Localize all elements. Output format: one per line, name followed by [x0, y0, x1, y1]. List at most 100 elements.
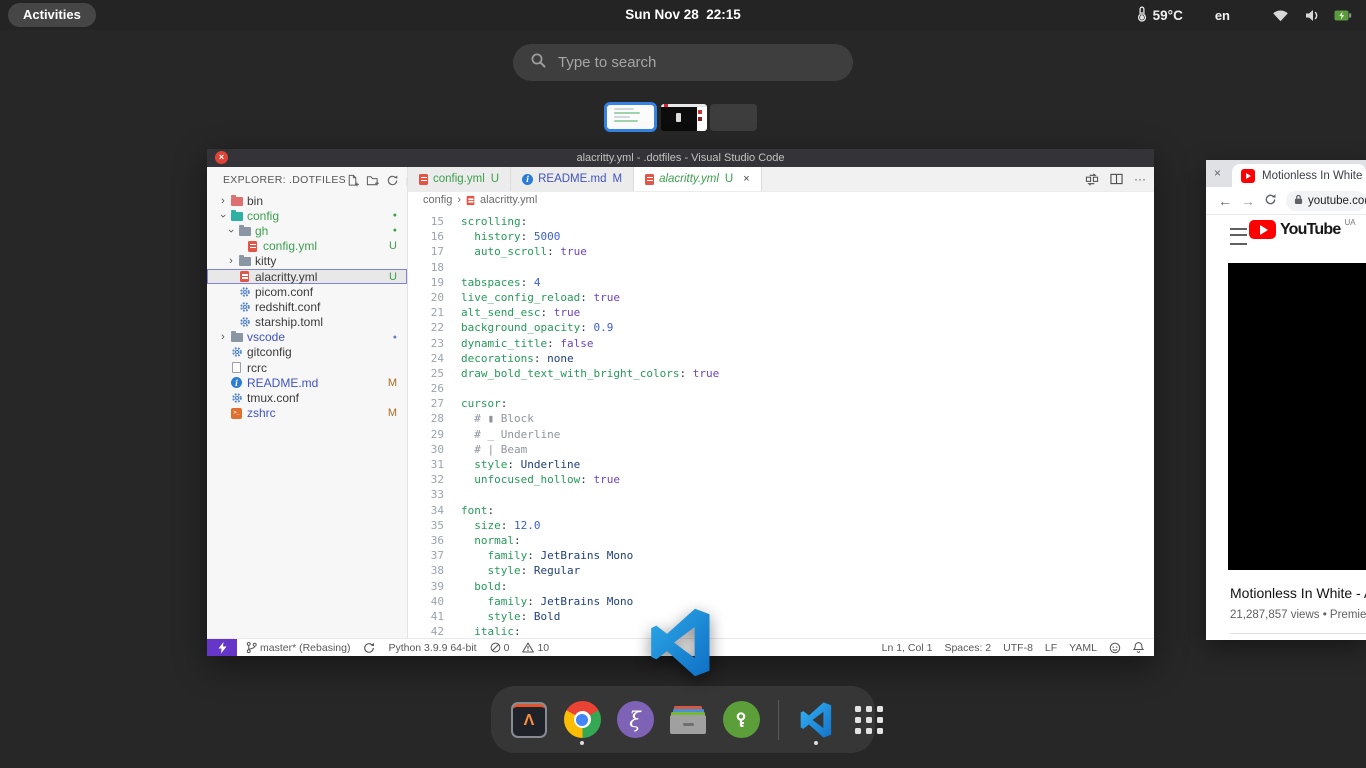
- dock-keepassxc-button[interactable]: [721, 693, 761, 747]
- dock-files-button[interactable]: [668, 693, 708, 747]
- remote-indicator[interactable]: [207, 639, 237, 656]
- code-line-41[interactable]: 41 style: Bold: [408, 609, 1154, 624]
- forward-button[interactable]: →: [1241, 194, 1255, 208]
- breadcrumb-file[interactable]: alacritty.yml: [480, 194, 537, 206]
- refresh-icon[interactable]: [386, 174, 399, 187]
- tab-config-yml[interactable]: config.ymlU: [408, 167, 511, 191]
- code-line-22[interactable]: 22background_opacity: 0.9: [408, 320, 1154, 335]
- code-line-39[interactable]: 39 bold:: [408, 579, 1154, 594]
- status-lf[interactable]: LF: [1045, 642, 1057, 654]
- tree-item-bin[interactable]: ›bin: [207, 193, 407, 208]
- code-line-23[interactable]: 23dynamic_title: false: [408, 336, 1154, 351]
- tree-item-picom-conf[interactable]: picom.conf: [207, 284, 407, 299]
- youtube-logo[interactable]: YouTube UA: [1249, 220, 1356, 239]
- code-line-25[interactable]: 25draw_bold_text_with_bright_colors: tru…: [408, 366, 1154, 381]
- status-error-icon[interactable]: 0: [490, 642, 510, 654]
- status-yaml[interactable]: YAML: [1069, 642, 1097, 654]
- address-bar[interactable]: youtube.com/wa: [1286, 191, 1366, 211]
- system-status-area[interactable]: 59°C en: [1137, 0, 1366, 30]
- keyboard-layout-indicator[interactable]: en: [1215, 8, 1230, 23]
- dock-emacs-button[interactable]: ξ: [615, 693, 655, 747]
- code-line-32[interactable]: 32 unfocused_hollow: true: [408, 472, 1154, 487]
- tree-item-config-yml[interactable]: config.ymlU: [207, 239, 407, 254]
- wifi-icon[interactable]: [1272, 9, 1289, 22]
- status-python-3-9-9-64-bit[interactable]: Python 3.9.9 64-bit: [388, 642, 476, 654]
- chrome-window[interactable]: × Motionless In White - ← → youtube.com/…: [1206, 160, 1366, 640]
- tree-item-config[interactable]: ›config●: [207, 208, 407, 223]
- back-button[interactable]: ←: [1218, 194, 1232, 208]
- video-player[interactable]: [1228, 263, 1366, 570]
- status-git-branch-icon[interactable]: master* (Rebasing): [246, 641, 350, 654]
- workspace-thumbnail-2[interactable]: [661, 104, 707, 131]
- code-line-26[interactable]: 26: [408, 381, 1154, 396]
- tree-item-tmux-conf[interactable]: tmux.conf: [207, 390, 407, 405]
- browser-tab[interactable]: Motionless In White -: [1232, 164, 1366, 187]
- dock-app-grid-button[interactable]: [849, 693, 889, 747]
- new-folder-icon[interactable]: [366, 174, 379, 187]
- tab-readme-md[interactable]: iREADME.mdM: [511, 167, 634, 191]
- workspace-thumbnail-1[interactable]: [604, 102, 657, 132]
- workspace-thumbnail-3[interactable]: [710, 104, 757, 131]
- status-warning-icon[interactable]: 10: [522, 642, 549, 654]
- battery-charging-icon[interactable]: [1334, 10, 1352, 21]
- code-line-16[interactable]: 16 history: 5000: [408, 229, 1154, 244]
- dock-alacritty-button[interactable]: Λ: [509, 693, 549, 747]
- dock-chrome-button[interactable]: [562, 693, 602, 747]
- tree-item-starship-toml[interactable]: starship.toml: [207, 315, 407, 330]
- clock[interactable]: Sun Nov 28 22:15: [625, 0, 741, 30]
- tree-item-gitconfig[interactable]: gitconfig: [207, 345, 407, 360]
- menu-icon[interactable]: [1230, 228, 1247, 245]
- reload-button[interactable]: [1264, 193, 1277, 208]
- code-line-28[interactable]: 28 # ▮ Block: [408, 411, 1154, 426]
- code-line-27[interactable]: 27cursor:: [408, 396, 1154, 411]
- code-line-37[interactable]: 37 family: JetBrains Mono: [408, 548, 1154, 563]
- code-line-18[interactable]: 18: [408, 260, 1154, 275]
- tree-item-gh[interactable]: ›gh●: [207, 223, 407, 238]
- code-line-17[interactable]: 17 auto_scroll: true: [408, 244, 1154, 259]
- split-editor-icon[interactable]: [1110, 173, 1123, 185]
- breadcrumb[interactable]: config › alacritty.yml: [408, 192, 1154, 208]
- code-line-21[interactable]: 21alt_send_esc: true: [408, 305, 1154, 320]
- code-line-20[interactable]: 20live_config_reload: true: [408, 290, 1154, 305]
- tree-item-rcrc[interactable]: rcrc: [207, 360, 407, 375]
- volume-icon[interactable]: [1305, 9, 1321, 22]
- tab-alacritty-yml[interactable]: alacritty.ymlU×: [634, 167, 762, 191]
- window-close-button[interactable]: ×: [215, 151, 228, 164]
- window-close-button[interactable]: ×: [1214, 166, 1221, 180]
- more-icon[interactable]: ···: [1134, 172, 1146, 186]
- code-line-33[interactable]: 33: [408, 487, 1154, 502]
- code-line-38[interactable]: 38 style: Regular: [408, 563, 1154, 578]
- tree-item-redshift-conf[interactable]: redshift.conf: [207, 299, 407, 314]
- code-line-19[interactable]: 19tabspaces: 4: [408, 275, 1154, 290]
- code-line-34[interactable]: 34font:: [408, 503, 1154, 518]
- code-line-42[interactable]: 42 italic:: [408, 624, 1154, 639]
- status-bell-icon[interactable]: [1133, 641, 1144, 654]
- code-line-30[interactable]: 30 # | Beam: [408, 442, 1154, 457]
- code-line-36[interactable]: 36 normal:: [408, 533, 1154, 548]
- status-spaces-2[interactable]: Spaces: 2: [944, 642, 991, 654]
- code-line-31[interactable]: 31 style: Underline: [408, 457, 1154, 472]
- editor-code-area[interactable]: 15scrolling:16 history: 500017 auto_scro…: [408, 208, 1154, 639]
- tree-item-kitty[interactable]: ›kitty: [207, 254, 407, 269]
- code-line-15[interactable]: 15scrolling:: [408, 214, 1154, 229]
- code-line-29[interactable]: 29 # _ Underline: [408, 427, 1154, 442]
- status-ln-1-col-1[interactable]: Ln 1, Col 1: [882, 642, 933, 654]
- activities-button[interactable]: Activities: [8, 3, 96, 27]
- tree-item-zshrc[interactable]: >_zshrcM: [207, 406, 407, 421]
- open-changes-icon[interactable]: [1085, 173, 1099, 186]
- code-line-24[interactable]: 24decorations: none: [408, 351, 1154, 366]
- tree-item-vscode[interactable]: ›vscode●: [207, 330, 407, 345]
- dock-vscode-button[interactable]: [796, 693, 836, 747]
- code-line-35[interactable]: 35 size: 12.0: [408, 518, 1154, 533]
- new-file-icon[interactable]: [346, 174, 359, 187]
- search-input[interactable]: Type to search: [513, 44, 853, 81]
- vscode-window[interactable]: × alacritty.yml - .dotfiles - Visual Stu…: [207, 149, 1154, 656]
- tree-item-readme-md[interactable]: iREADME.mdM: [207, 375, 407, 390]
- code-line-40[interactable]: 40 family: JetBrains Mono: [408, 594, 1154, 609]
- status-utf-8[interactable]: UTF-8: [1003, 642, 1033, 654]
- breadcrumb-folder[interactable]: config: [423, 194, 452, 206]
- tab-close-icon[interactable]: ×: [743, 173, 749, 185]
- status-feedback-icon[interactable]: [1109, 642, 1121, 654]
- tree-item-alacritty-yml[interactable]: alacritty.ymlU: [207, 269, 407, 284]
- status-sync-icon[interactable]: [363, 642, 375, 654]
